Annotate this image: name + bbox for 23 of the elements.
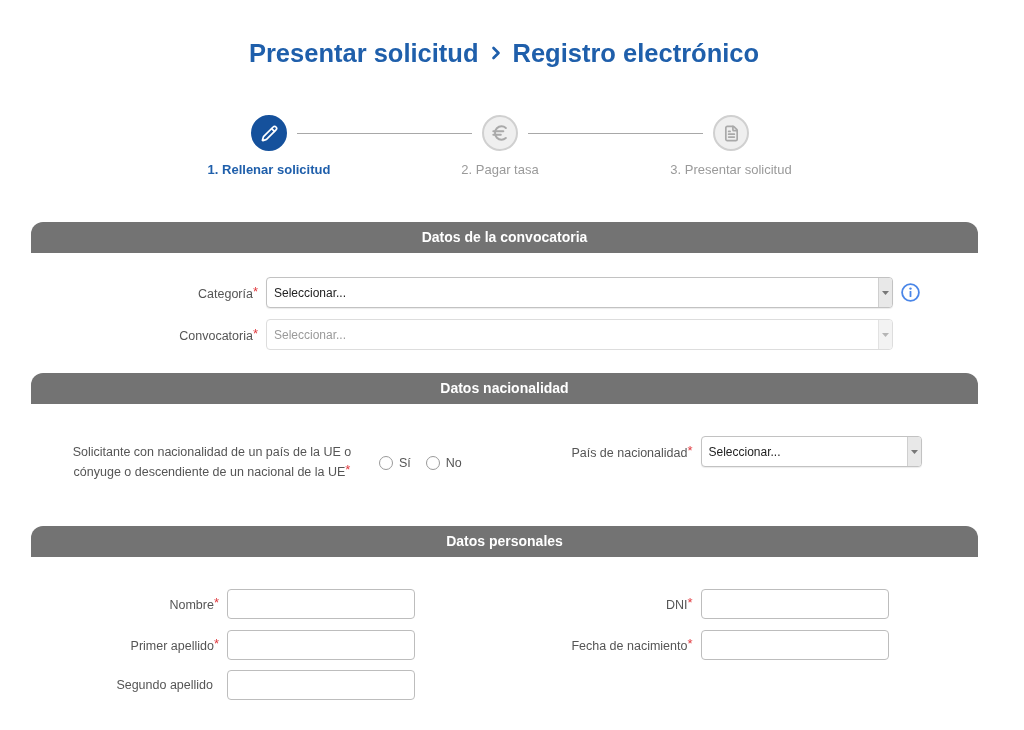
text-input[interactable]	[227, 670, 415, 700]
select-field[interactable]: Seleccionar...	[266, 277, 893, 308]
step-label: 2. Pagar tasa	[461, 162, 539, 178]
text-input[interactable]	[700, 629, 889, 660]
section-header: Datos personales	[31, 526, 978, 557]
breadcrumb-item: Registro electrónico	[512, 38, 760, 68]
text-input[interactable]	[227, 589, 415, 619]
text-input[interactable]	[227, 629, 415, 660]
info-icon[interactable]	[901, 283, 920, 302]
radio-button[interactable]	[379, 455, 393, 470]
text-input[interactable]	[700, 589, 889, 619]
breadcrumb-item: Presentar solicitud	[248, 38, 479, 68]
radio-button[interactable]	[425, 455, 440, 470]
section-header: Datos de la convocatoria	[31, 222, 978, 253]
field-label: Segundo apellido	[115, 677, 214, 693]
radio-label[interactable]: Sí	[399, 455, 411, 470]
radio-label[interactable]: No	[445, 455, 462, 470]
section-header: Datos nacionalidad	[31, 373, 978, 404]
step-label: 1. Rellenar solicitud	[207, 162, 331, 178]
step-label: 3. Presentar solicitud	[670, 162, 792, 178]
caret-down-icon[interactable]	[906, 437, 921, 466]
select-field[interactable]: Seleccionar...	[700, 436, 922, 467]
caret-down-icon[interactable]	[878, 278, 892, 307]
